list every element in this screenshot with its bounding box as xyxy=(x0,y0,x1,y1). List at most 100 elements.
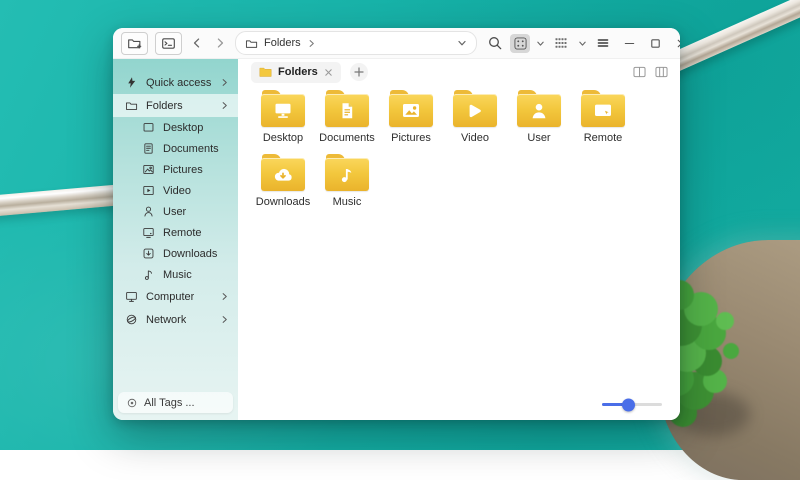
forward-button[interactable] xyxy=(212,33,228,53)
terminal-icon xyxy=(161,36,176,51)
document-icon xyxy=(142,142,155,155)
folder-label: Downloads xyxy=(256,196,310,208)
all-tags-button[interactable]: All Tags ... xyxy=(118,392,233,413)
folder-item-music[interactable]: Music xyxy=(316,154,378,208)
picture-icon xyxy=(142,163,155,176)
tag-icon xyxy=(126,397,138,409)
list-view-icon xyxy=(554,36,568,50)
open-terminal-button[interactable] xyxy=(155,32,182,55)
maximize-icon xyxy=(649,37,662,50)
list-view-dropdown[interactable] xyxy=(576,33,588,53)
lightning-icon xyxy=(125,76,138,89)
sidebar-item-desktop[interactable]: Desktop xyxy=(113,117,238,138)
sidebar-item-computer[interactable]: Computer xyxy=(113,285,238,308)
folder-item-downloads[interactable]: Downloads xyxy=(252,154,314,208)
sidebar-item-label: User xyxy=(163,206,186,218)
sidebar-item-network[interactable]: Network xyxy=(113,308,238,331)
icon-view-button[interactable] xyxy=(510,34,530,53)
panel-toggles xyxy=(633,66,668,78)
sidebar-item-pictures[interactable]: Pictures xyxy=(113,159,238,180)
list-view-button[interactable] xyxy=(550,32,572,54)
sidebar-item-label: Pictures xyxy=(163,164,203,176)
folder-downloads-icon xyxy=(261,154,305,191)
sidebar-item-remote[interactable]: Remote xyxy=(113,222,238,243)
sidebar-item-downloads[interactable]: Downloads xyxy=(113,243,238,264)
address-dropdown-icon[interactable] xyxy=(457,38,467,48)
chevron-right-icon[interactable] xyxy=(220,101,229,110)
close-icon xyxy=(675,37,681,50)
icon-size-slider[interactable] xyxy=(602,398,662,411)
folder-item-user[interactable]: User xyxy=(508,90,570,144)
search-icon xyxy=(487,35,503,51)
network-globe-icon xyxy=(125,313,138,326)
minimize-button[interactable] xyxy=(618,32,640,54)
sidebar-item-music[interactable]: Music xyxy=(113,264,238,285)
maximize-button[interactable] xyxy=(644,32,666,54)
sidebar-item-label: Video xyxy=(163,185,191,197)
wallpaper-island-shadow xyxy=(676,392,750,436)
icon-view-dropdown[interactable] xyxy=(534,33,546,53)
close-button[interactable] xyxy=(670,32,680,54)
folder-item-pictures[interactable]: Pictures xyxy=(380,90,442,144)
folder-user-icon xyxy=(517,90,561,127)
folder-item-desktop[interactable]: Desktop xyxy=(252,90,314,144)
folder-desktop-icon xyxy=(261,90,305,127)
address-bar[interactable]: Folders xyxy=(235,31,477,55)
picture-glyph-icon xyxy=(400,101,422,121)
folder-item-video[interactable]: Video xyxy=(444,90,506,144)
folder-label: Video xyxy=(461,132,489,144)
slider-track[interactable] xyxy=(602,403,662,406)
folder-music-icon xyxy=(325,154,369,191)
column-view-icon[interactable] xyxy=(655,66,668,78)
back-button[interactable] xyxy=(189,33,205,53)
folder-item-remote[interactable]: Remote xyxy=(572,90,634,144)
chevron-right-icon[interactable] xyxy=(220,292,229,301)
sidebar-item-label: Folders xyxy=(146,100,183,112)
hamburger-menu-icon xyxy=(596,36,610,50)
chevron-right-icon[interactable] xyxy=(220,315,229,324)
folder-item-documents[interactable]: Documents xyxy=(316,90,378,144)
tab-folders[interactable]: Folders xyxy=(251,62,341,83)
sidebar-item-label: Desktop xyxy=(163,122,203,134)
plus-icon xyxy=(354,67,364,77)
sidebar-item-quick-access[interactable]: Quick access xyxy=(113,71,238,94)
tab-close-button[interactable] xyxy=(324,68,333,77)
play-glyph-icon xyxy=(464,101,486,121)
sidebar-item-label: Music xyxy=(163,269,192,281)
tab-label: Folders xyxy=(278,66,318,78)
menu-button[interactable] xyxy=(592,32,614,54)
slider-fill xyxy=(602,403,629,406)
chevron-down-icon xyxy=(536,39,545,48)
cloud-download-glyph-icon xyxy=(272,165,294,185)
search-button[interactable] xyxy=(484,32,506,54)
new-folder-button[interactable] xyxy=(121,32,148,55)
content-area: Folders xyxy=(238,59,680,420)
sidebar-item-documents[interactable]: Documents xyxy=(113,138,238,159)
split-view-icon[interactable] xyxy=(633,66,646,78)
sidebar-item-folders[interactable]: Folders xyxy=(113,94,238,117)
sidebar-item-user[interactable]: User xyxy=(113,201,238,222)
breadcrumb-chevron-icon xyxy=(307,39,316,48)
folder-grid: Desktop xyxy=(238,85,680,218)
sidebar-item-label: Remote xyxy=(163,227,202,239)
new-tab-button[interactable] xyxy=(350,63,368,81)
folder-label: Desktop xyxy=(263,132,303,144)
back-icon xyxy=(190,36,204,50)
folder-pictures-icon xyxy=(389,90,433,127)
breadcrumb[interactable]: Folders xyxy=(264,37,301,49)
sidebar-item-video[interactable]: Video xyxy=(113,180,238,201)
folder-icon xyxy=(125,99,138,112)
sidebar-item-label: Network xyxy=(146,314,186,326)
tab-folder-icon xyxy=(259,66,272,78)
sidebar: Quick access Folders Desktop xyxy=(113,59,238,420)
slider-knob[interactable] xyxy=(622,398,635,411)
new-folder-icon xyxy=(127,36,142,51)
forward-icon xyxy=(213,36,227,50)
user-glyph-icon xyxy=(528,101,550,121)
folder-remote-icon xyxy=(581,90,625,127)
desktop-glyph-icon xyxy=(272,101,294,121)
folder-video-icon xyxy=(453,90,497,127)
chevron-right-icon[interactable] xyxy=(220,78,229,87)
folder-label: User xyxy=(527,132,550,144)
video-icon xyxy=(142,184,155,197)
